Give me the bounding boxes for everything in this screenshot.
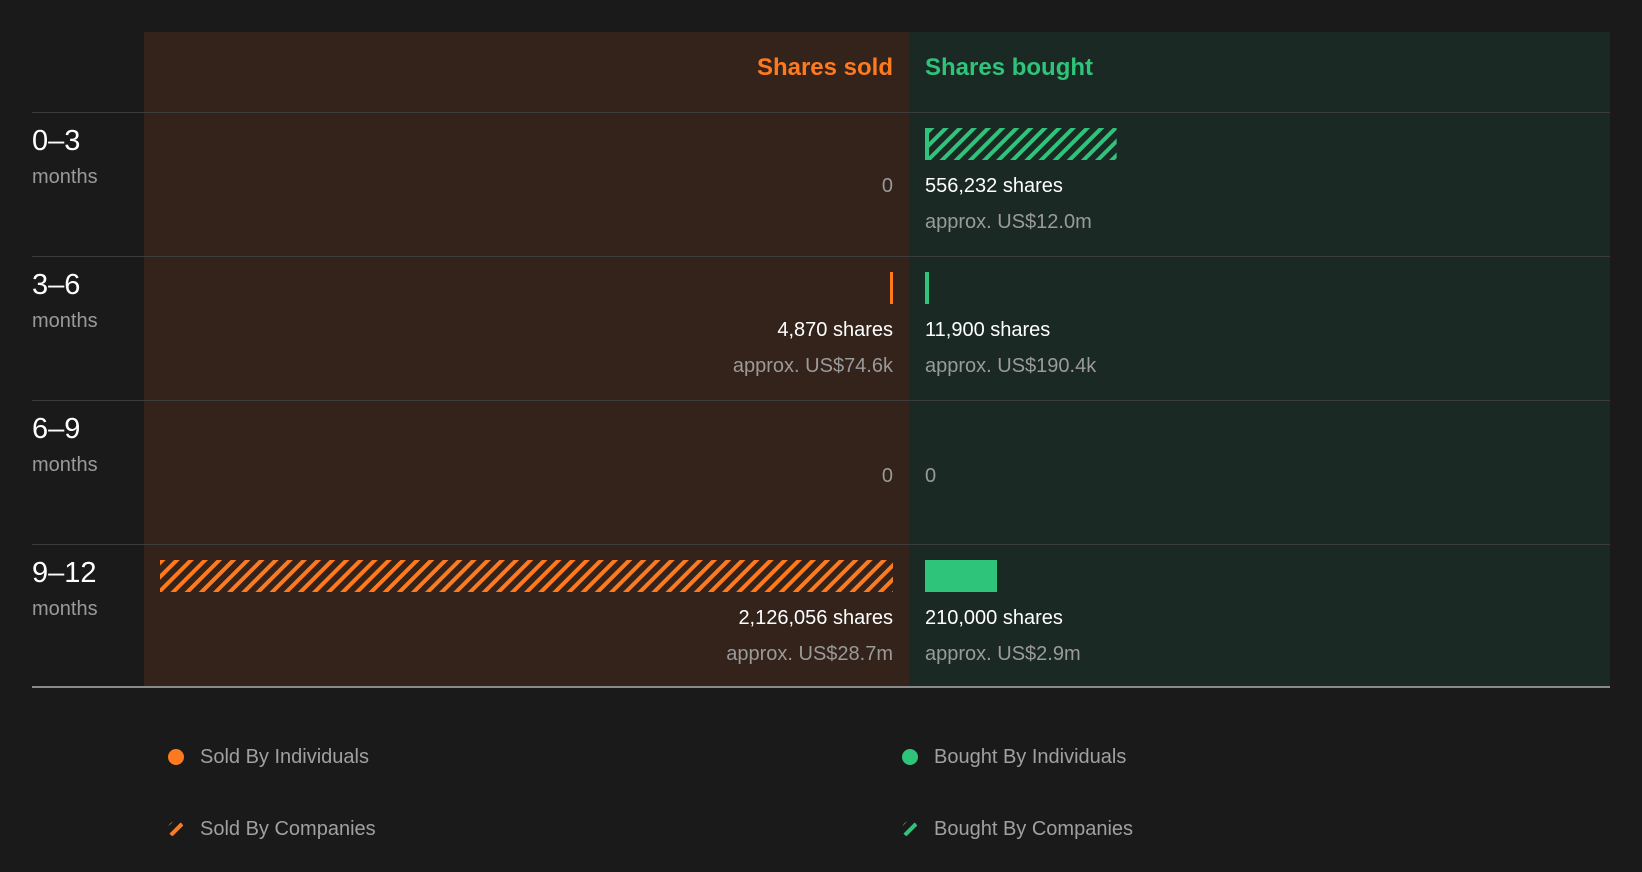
legend-swatch-individuals — [902, 749, 918, 765]
bar-sold-individuals — [890, 272, 893, 304]
insider-trading-chart: Shares sold Shares bought 0–3 months 0 556,… — [0, 0, 1642, 872]
bought-values: 210,000 shares approx. US$2.9m — [925, 606, 1081, 666]
bar-bought-individuals — [925, 272, 930, 304]
bar-bought-individuals — [925, 560, 998, 592]
bought-values: 556,232 shares approx. US$12.0m — [925, 174, 1092, 234]
sold-values: 2,126,056 shares approx. US$28.7m — [726, 606, 893, 666]
sold-approx-label: approx. US$28.7m — [726, 643, 893, 665]
row-unit: months — [32, 598, 98, 620]
row-range: 9–12 — [32, 557, 97, 589]
legend-swatch-companies — [168, 821, 184, 837]
row-unit: months — [32, 310, 98, 332]
row-unit: months — [32, 454, 98, 476]
row-label: 3–6 months — [32, 268, 98, 333]
row-divider — [32, 400, 1610, 401]
bought-values: 11,900 shares approx. US$190.4k — [925, 318, 1096, 378]
row-range: 0–3 — [32, 125, 81, 157]
legend-swatch-individuals — [168, 749, 184, 765]
legend-label: Bought By Individuals — [934, 745, 1127, 768]
bought-shares-label: 556,232 shares — [925, 175, 1063, 197]
sold-zero-label: 0 — [881, 465, 893, 487]
legend-item-bought-individuals: Bought By Individuals — [902, 745, 1126, 769]
legend-label: Sold By Individuals — [200, 745, 369, 768]
row-divider — [32, 544, 1610, 545]
row-label: 6–9 months — [32, 412, 98, 477]
row-unit: months — [32, 166, 98, 188]
sold-shares-label: 2,126,056 shares — [738, 607, 893, 629]
legend-label: Bought By Companies — [934, 817, 1134, 840]
row-range: 3–6 — [32, 269, 81, 301]
legend-item-sold-individuals: Sold By Individuals — [168, 745, 369, 769]
sold-values: 4,870 shares approx. US$74.6k — [733, 318, 893, 378]
legend-item-bought-companies: Bought By Companies — [902, 817, 1133, 841]
sold-approx-label: approx. US$74.6k — [732, 355, 893, 377]
legend-item-sold-companies: Sold By Companies — [168, 817, 376, 841]
header-shares-bought: Shares bought — [925, 54, 1094, 81]
bought-approx-label: approx. US$12.0m — [925, 211, 1092, 233]
legend-swatch-companies — [902, 821, 918, 837]
bar-bought-companies — [929, 128, 1117, 160]
sold-shares-label: 4,870 shares — [777, 319, 893, 341]
bought-zero-label: 0 — [925, 465, 937, 487]
legend-label: Sold By Companies — [200, 817, 376, 840]
sold-zero-label: 0 — [881, 175, 893, 197]
bought-shares-label: 210,000 shares — [925, 607, 1063, 629]
bar-sold-companies — [160, 560, 893, 592]
row-label: 9–12 months — [32, 556, 98, 621]
chart-bottom-axis — [32, 686, 1610, 688]
header-divider — [32, 112, 1610, 113]
row-label: 0–3 months — [32, 124, 98, 189]
bought-approx-label: approx. US$190.4k — [925, 355, 1097, 377]
bought-approx-label: approx. US$2.9m — [925, 643, 1081, 665]
row-divider — [32, 256, 1610, 257]
header-shares-sold: Shares sold — [756, 54, 893, 81]
bought-shares-label: 11,900 shares — [925, 319, 1051, 341]
row-range: 6–9 — [32, 413, 81, 445]
